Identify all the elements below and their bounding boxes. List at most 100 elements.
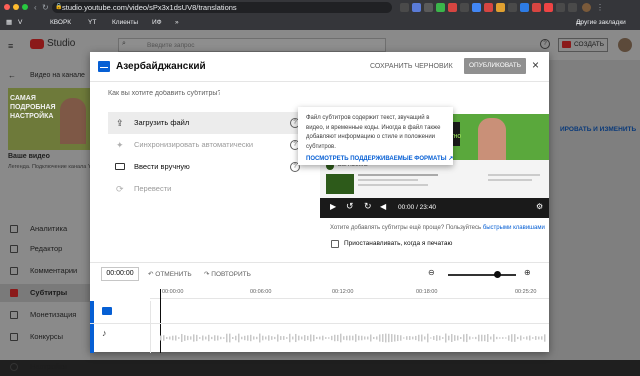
rewind-icon[interactable]: ↺ <box>346 201 354 212</box>
extension-icon[interactable] <box>544 3 553 12</box>
extension-icon[interactable] <box>556 3 565 12</box>
waveform-bar <box>268 335 270 341</box>
zoom-slider-thumb[interactable] <box>494 271 501 278</box>
waveform-bar <box>313 334 315 342</box>
sidebar-back-label[interactable]: Видео на канале <box>30 72 85 79</box>
play-icon[interactable]: ▶ <box>330 202 336 211</box>
publish-button[interactable]: ОПУБЛИКОВАТЬ <box>464 58 526 74</box>
waveform-bar <box>241 336 243 340</box>
waveform-bar <box>208 334 210 342</box>
extension-icon[interactable] <box>436 3 445 12</box>
waveform-bar <box>325 337 327 339</box>
help-icon[interactable]: ? <box>540 39 550 49</box>
waveform-bar <box>361 335 363 341</box>
extension-icon[interactable] <box>424 3 433 12</box>
sidebar-item-contests[interactable]: Конкурсы <box>0 328 90 346</box>
extension-icon[interactable] <box>532 3 541 12</box>
back-arrow-icon[interactable]: ‹ <box>34 2 37 13</box>
format-tooltip: Файл субтитров содержит текст, звучащий … <box>298 107 453 165</box>
keyboard-icon <box>115 163 125 170</box>
sidebar-item-editor[interactable]: Редактор <box>0 240 90 258</box>
waveform-bar <box>373 336 375 340</box>
youtube-logo-icon[interactable] <box>30 39 44 49</box>
pause-label: Приостанавливать, когда я печатаю <box>344 240 453 247</box>
zoom-out-icon[interactable]: ⊖ <box>428 268 435 277</box>
gear-icon[interactable]: ⚙ <box>536 202 543 211</box>
current-time-input[interactable]: 00:00:00 <box>101 267 139 281</box>
zoom-in-icon[interactable]: ⊕ <box>524 268 531 277</box>
waveform-bar <box>523 337 525 339</box>
waveform-bar <box>382 334 384 342</box>
waveform-bar <box>487 334 489 342</box>
apps-grid-icon[interactable]: ▦ <box>6 15 12 30</box>
volume-icon[interactable]: ◀ <box>380 202 386 211</box>
sidebar-item-subtitles[interactable]: Субтитры <box>0 284 90 302</box>
auto-sync-option[interactable]: ✦ Синхронизировать автоматически ? <box>108 134 304 156</box>
manual-entry-option[interactable]: Ввести вручную ? <box>108 156 304 178</box>
close-icon[interactable]: × <box>532 58 539 72</box>
menu-dots-icon[interactable]: ⋮ <box>596 2 604 13</box>
search-input[interactable]: ⌕ Введите запрос <box>118 38 386 52</box>
redo-button[interactable]: ↷ ПОВТОРИТЬ <box>204 270 251 278</box>
waveform-bar <box>211 336 213 340</box>
waveform-bar <box>202 335 204 341</box>
extension-icon[interactable] <box>472 3 481 12</box>
waveform-bar <box>196 334 198 342</box>
address-bar[interactable]: 🔒 studio.youtube.com/video/sPx3x1dsUV8/t… <box>52 2 392 13</box>
waveform-bar <box>331 335 333 341</box>
waveform-bar <box>424 336 426 340</box>
extension-icon[interactable] <box>508 3 517 12</box>
upload-file-option[interactable]: ⇪ Загрузить файл ? <box>108 112 304 134</box>
sidebar-item-comments[interactable]: Комментарии <box>0 262 90 280</box>
pause-checkbox[interactable] <box>331 240 339 248</box>
waveform-bar <box>391 334 393 342</box>
waveform-bar <box>175 335 177 341</box>
sidebar-item-analytics[interactable]: Аналитика <box>0 220 90 238</box>
waveform-bar <box>466 333 468 343</box>
thumbnail-text: САМАЯ ПОДРОБНАЯ НАСТРОЙКА <box>10 95 56 120</box>
extension-icon[interactable] <box>412 3 421 12</box>
profile-avatar[interactable] <box>582 3 591 12</box>
studio-logo: Studio <box>47 38 76 49</box>
extension-icon[interactable] <box>484 3 493 12</box>
dialog-title: Азербайджанский <box>116 61 206 72</box>
extension-icon[interactable] <box>520 3 529 12</box>
waveform-bar <box>463 334 465 342</box>
waveform-bar <box>304 335 306 341</box>
extension-icon[interactable] <box>448 3 457 12</box>
account-avatar[interactable] <box>618 38 632 52</box>
formats-link[interactable]: ПОСМОТРЕТЬ ПОДДЕРЖИВАЕМЫЕ ФОРМАТЫ ↗ <box>306 155 453 165</box>
waveform-bar <box>322 335 324 341</box>
sidebar-item-settings[interactable]: Настройки <box>0 358 90 376</box>
save-draft-button[interactable]: СОХРАНИТЬ ЧЕРНОВИК <box>370 63 453 70</box>
close-window-button[interactable] <box>4 4 10 10</box>
waveform-bar <box>166 337 168 339</box>
video-thumbnail[interactable]: САМАЯ ПОДРОБНАЯ НАСТРОЙКА <box>8 88 90 150</box>
extension-icon[interactable] <box>568 3 577 12</box>
undo-button[interactable]: ↶ ОТМЕНИТЬ <box>148 270 192 278</box>
waveform-bar <box>172 335 174 341</box>
back-arrow-icon[interactable]: ← <box>8 71 16 80</box>
sidebar-item-monetization[interactable]: Монетизация <box>0 306 90 324</box>
waveform-bar <box>238 333 240 343</box>
create-button[interactable]: СОЗДАТЬ <box>558 38 608 52</box>
waveform-bar <box>178 337 180 339</box>
minimize-window-button[interactable] <box>13 4 19 10</box>
waveform-bar <box>229 333 231 343</box>
forward-icon[interactable]: ↻ <box>364 201 372 212</box>
hamburger-icon[interactable]: ≡ <box>8 41 13 51</box>
waveform-bar <box>280 336 282 340</box>
translate-option[interactable]: ⟳ Перевести <box>108 178 304 200</box>
maximize-window-button[interactable] <box>22 4 28 10</box>
zoom-slider[interactable] <box>448 274 516 276</box>
shortcuts-link[interactable]: быстрыми клавишами <box>483 225 545 231</box>
waveform-bar <box>400 335 402 341</box>
music-note-icon: ♪ <box>102 328 107 338</box>
waveform-bar <box>250 334 252 342</box>
extension-icon[interactable] <box>496 3 505 12</box>
reload-icon[interactable]: ↻ <box>42 2 49 13</box>
extension-icon[interactable] <box>400 3 409 12</box>
waveform-bar <box>427 333 429 343</box>
extension-icon[interactable] <box>460 3 469 12</box>
edit-link[interactable]: ИРОВАТЬ И ИЗМЕНИТЬ <box>560 126 636 133</box>
